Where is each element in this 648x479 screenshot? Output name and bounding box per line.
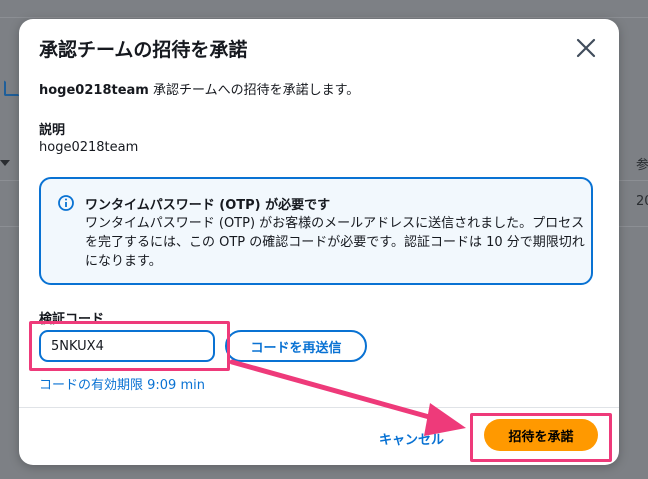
- alert-body: ワンタイムパスワード (OTP) がお客様のメールアドレスに送信されました。プロ…: [85, 216, 585, 269]
- caret-icon: [0, 160, 10, 166]
- team-name: hoge0218team: [39, 83, 149, 98]
- accept-invitation-modal: 承認チームの招待を承諾 hoge0218team 承認チームへの招待を承諾します…: [19, 19, 619, 465]
- modal-title: 承認チームの招待を承諾: [39, 39, 248, 61]
- close-icon: [576, 38, 596, 58]
- otp-info-alert: ワンタイムパスワード (OTP) が必要です ワンタイムパスワード (OTP) …: [39, 177, 593, 285]
- code-expiry-text: コードの有効期限 9:09 min: [39, 378, 205, 393]
- description-value: hoge0218team: [39, 140, 139, 155]
- footer-divider: [19, 407, 619, 408]
- alert-title: ワンタイムパスワード (OTP) が必要です: [85, 198, 331, 213]
- background-divider: [0, 17, 648, 18]
- annotation-highlight-code-input: [29, 321, 230, 371]
- cancel-button[interactable]: キャンセル: [379, 429, 444, 448]
- close-button[interactable]: [573, 35, 599, 61]
- description-label: 説明: [39, 123, 66, 138]
- resend-code-button[interactable]: コードを再送信: [225, 330, 367, 362]
- intro-text: hoge0218team 承認チームへの招待を承諾します。: [39, 79, 359, 98]
- intro-message: 承認チームへの招待を承諾します。: [148, 83, 360, 98]
- annotation-highlight-accept-button: [470, 413, 612, 462]
- background-cell: 20: [636, 194, 648, 209]
- info-icon: [58, 195, 74, 211]
- external-link-icon: [4, 80, 20, 96]
- background-column-header: 参: [636, 158, 648, 173]
